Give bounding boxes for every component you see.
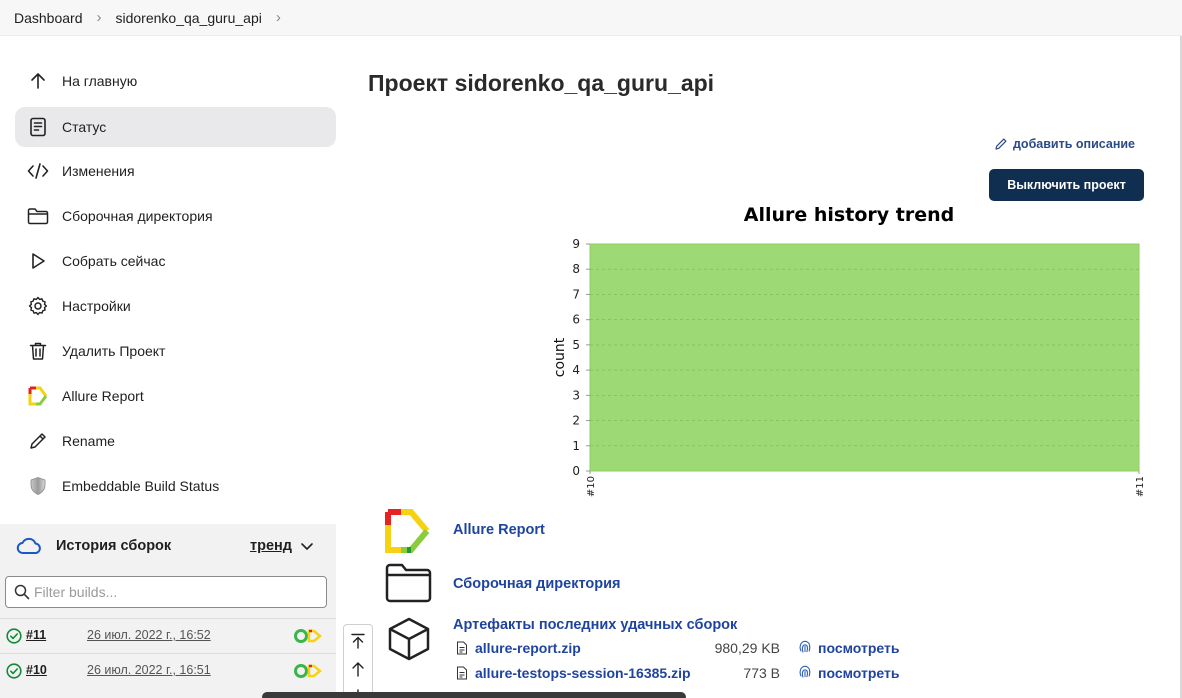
code-icon: [27, 160, 49, 182]
chevron-down-icon[interactable]: [300, 539, 314, 558]
sidebar-item-workspace[interactable]: Сборочная директория: [15, 196, 336, 236]
y-axis-label: count: [552, 337, 568, 377]
x-tick-label: #10: [586, 476, 597, 497]
breadcrumb: Dashboard › sidorenko_qa_guru_api ›: [0, 0, 1182, 36]
sidebar-item-settings[interactable]: Настройки: [15, 286, 336, 326]
allure-badge-icon[interactable]: [293, 628, 325, 649]
y-tick-label: 3: [572, 388, 580, 402]
allure-report-link[interactable]: Allure Report: [453, 522, 545, 538]
sidebar-item-build-now[interactable]: Собрать сейчас: [15, 241, 336, 281]
y-tick-label: 4: [572, 363, 580, 377]
artifact-size: 980,29 KB: [714, 640, 780, 656]
trend-link[interactable]: тренд: [250, 538, 292, 554]
artifact-row: allure-testops-session-16385.zip 773 B п…: [456, 664, 916, 684]
filter-builds-input[interactable]: [34, 581, 314, 603]
fingerprint-icon[interactable]: [798, 639, 812, 658]
y-tick-label: 1: [572, 439, 580, 453]
build-history-header: История сборок тренд: [0, 524, 336, 569]
trend-chart[interactable]: 0 1 2 3 4 5 6 7 8 9 #10 #11 count: [540, 232, 1150, 504]
artifacts-title: Артефакты последних удачных сборок: [453, 617, 738, 633]
view-artifact-link[interactable]: посмотреть: [818, 665, 899, 681]
sidebar-item-label: Удалить Проект: [62, 343, 166, 359]
sidebar-item-status[interactable]: Статус: [15, 107, 336, 147]
y-tick-label: 8: [572, 262, 580, 276]
shield-icon: [27, 475, 49, 497]
fingerprint-icon[interactable]: [798, 664, 812, 683]
build-date-link[interactable]: 26 июл. 2022 г., 16:51: [87, 663, 211, 677]
sidebar-item-label: Сборочная директория: [62, 208, 213, 224]
file-icon: [456, 666, 468, 683]
sidebar-item-allure[interactable]: Allure Report: [15, 376, 336, 416]
y-tick-label: 0: [572, 464, 580, 478]
add-description-label: добавить описание: [1013, 137, 1136, 151]
artifact-row: allure-report.zip 980,29 KB посмотреть: [456, 639, 916, 659]
breadcrumb-dashboard[interactable]: Dashboard: [14, 10, 83, 26]
chevron-right-icon[interactable]: ›: [276, 9, 281, 26]
trash-icon: [27, 340, 49, 362]
file-icon: [456, 641, 468, 658]
sidebar-item-label: Настройки: [62, 298, 131, 314]
scroll-up-icon[interactable]: [344, 655, 372, 683]
build-history-panel: История сборок тренд #11 26 июл. 2022 г.…: [0, 524, 336, 698]
build-row[interactable]: #10 26 июл. 2022 г., 16:51: [0, 653, 336, 687]
search-icon: [14, 584, 30, 605]
sidebar-item-label: Собрать сейчас: [62, 253, 166, 269]
artifact-link[interactable]: allure-report.zip: [475, 640, 581, 656]
gear-icon: [27, 295, 49, 317]
folder-icon: [27, 205, 49, 227]
pencil-icon: [995, 138, 1007, 150]
y-tick-label: 5: [572, 338, 580, 352]
package-icon: [385, 617, 433, 666]
y-tick-label: 2: [572, 414, 580, 428]
sidebar-item-delete[interactable]: Удалить Проект: [15, 331, 336, 371]
scroll-controls: [343, 624, 373, 698]
document-icon: [27, 116, 49, 138]
cloud-icon: [16, 537, 42, 560]
artifact-link[interactable]: allure-testops-session-16385.zip: [475, 665, 691, 681]
sidebar-item-changes[interactable]: Изменения: [15, 151, 336, 191]
build-history-title: История сборок: [56, 538, 172, 554]
allure-logo-icon: [385, 509, 433, 558]
sidebar-item-label: Статус: [62, 119, 107, 135]
sidebar-item-rename[interactable]: Rename: [15, 421, 336, 461]
sidebar-item-label: Изменения: [62, 163, 135, 179]
x-tick-label: #11: [1135, 476, 1146, 497]
y-tick-label: 7: [572, 287, 580, 301]
success-check-icon: [6, 663, 22, 684]
scroll-to-top-icon[interactable]: [344, 627, 372, 655]
sidebar-item-label: Rename: [62, 433, 115, 449]
folder-icon: [385, 563, 433, 608]
build-row[interactable]: #11 26 июл. 2022 г., 16:52: [0, 618, 336, 652]
bottom-overlay-bar: [262, 692, 686, 698]
build-date-link[interactable]: 26 июл. 2022 г., 16:52: [87, 628, 211, 642]
sidebar-item-home[interactable]: На главную: [15, 61, 336, 101]
workspace-link[interactable]: Сборочная директория: [453, 576, 620, 592]
filter-builds: [5, 576, 327, 608]
view-artifact-link[interactable]: посмотреть: [818, 640, 899, 656]
build-number-link[interactable]: #10: [26, 663, 47, 677]
play-icon: [27, 250, 49, 272]
disable-project-button[interactable]: Выключить проект: [989, 169, 1144, 201]
artifact-size: 773 B: [743, 665, 780, 681]
sidebar-item-embeddable-status[interactable]: Embeddable Build Status: [15, 466, 336, 506]
chart-title: Allure history trend: [743, 204, 955, 226]
sidebar-item-label: Allure Report: [62, 388, 144, 404]
sidebar-item-label: На главную: [62, 73, 138, 89]
y-tick-label: 9: [572, 237, 580, 251]
build-number-link[interactable]: #11: [26, 628, 46, 642]
allure-icon: [27, 385, 49, 407]
series-area: [589, 243, 1140, 472]
success-check-icon: [6, 628, 22, 649]
add-description-link[interactable]: добавить описание: [994, 137, 1135, 151]
breadcrumb-project[interactable]: sidorenko_qa_guru_api: [116, 10, 262, 26]
sidebar-item-label: Embeddable Build Status: [62, 478, 220, 494]
y-tick-label: 6: [572, 313, 580, 327]
allure-badge-icon[interactable]: [293, 663, 325, 684]
arrow-up-icon: [27, 70, 49, 92]
chevron-right-icon: ›: [96, 9, 102, 26]
page-title: Проект sidorenko_qa_guru_api: [368, 70, 715, 96]
pencil-icon: [27, 430, 49, 452]
